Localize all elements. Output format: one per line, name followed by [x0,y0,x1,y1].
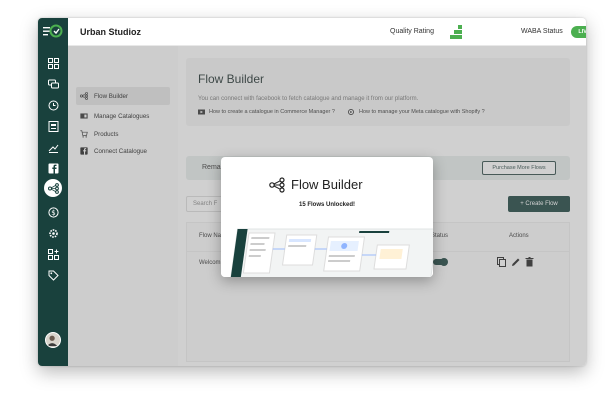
waba-status-label: WABA Status [521,28,563,35]
top-bar: Urban Studioz Quality Rating WABA Status… [68,18,586,46]
icon-rail: $ [38,18,68,366]
status-badge: LIVE [571,26,586,38]
flow-preview-illustration [221,219,433,277]
tag-icon[interactable] [45,268,61,282]
svg-text:$: $ [51,209,55,217]
logo-icon [43,24,63,38]
broadcast-icon[interactable] [45,140,61,154]
avatar[interactable] [45,332,61,348]
quality-rating-icon [450,25,462,39]
payment-icon[interactable]: $ [45,205,61,219]
flow-builder-modal: Flow Builder 15 Flows Unlocked! [221,157,433,277]
modal-title: Flow Builder [291,177,363,192]
settings-icon[interactable] [45,226,61,240]
flow-icon [269,177,285,193]
history-icon[interactable] [45,98,61,112]
grid-icon[interactable] [45,56,61,70]
facebook-icon[interactable] [45,161,61,175]
apps-icon[interactable] [45,247,61,261]
modal-subtitle: 15 Flows Unlocked! [298,202,355,208]
quality-rating-label: Quality Rating [390,28,434,35]
template-icon[interactable] [45,119,61,133]
chat-icon[interactable] [45,77,61,91]
brand-name: Urban Studioz [80,27,141,37]
flow-icon[interactable] [44,179,62,197]
